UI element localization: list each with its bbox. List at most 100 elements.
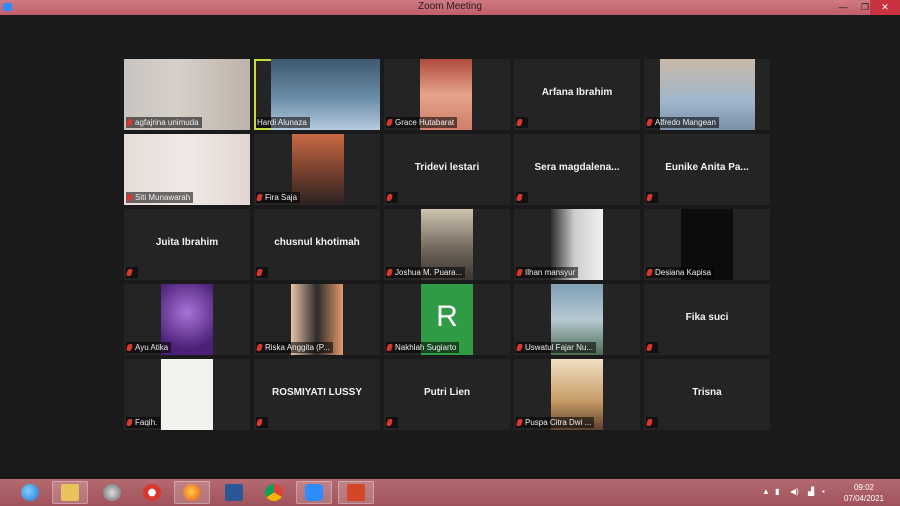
participant-name-label — [386, 192, 398, 203]
muted-mic-icon — [516, 119, 523, 126]
participant-tile[interactable]: Arfana Ibrahim — [514, 59, 640, 130]
participant-tile[interactable]: Tridevi lestari — [384, 134, 510, 205]
participant-tile[interactable]: Putri Lien — [384, 359, 510, 430]
participant-name-label: Ayu Atika — [126, 342, 172, 353]
notification-icon[interactable]: ▪ — [822, 487, 825, 496]
clock-time: 09:02 — [853, 483, 874, 492]
participant-display-name: chusnul khotimah — [274, 237, 360, 248]
avatar-letter: R — [436, 300, 458, 333]
muted-mic-icon — [516, 344, 523, 351]
title-bar: Zoom Meeting — ❐ ✕ — [0, 0, 900, 15]
participant-tile[interactable]: Puspa Citra Dwi ... — [514, 359, 640, 430]
app-taskbar-button[interactable] — [134, 481, 170, 504]
participant-name: Riska Anggita (P... — [265, 343, 330, 352]
participant-name: Grace Hutabarat — [395, 118, 455, 127]
participant-display-name: Putri Lien — [423, 387, 471, 398]
participant-name-label: Nakhlah Sugiarto — [386, 342, 460, 353]
participant-name: Nakhlah Sugiarto — [395, 343, 457, 352]
muted-mic-icon — [126, 194, 133, 201]
participant-name-label — [646, 192, 658, 203]
participant-tile[interactable]: agfajrina unimuda — [124, 59, 250, 130]
participant-name-label — [126, 267, 138, 278]
muted-mic-icon — [126, 269, 133, 276]
participant-tile[interactable]: ROSMIYATI LUSSY — [254, 359, 380, 430]
participant-tile[interactable]: Ilhan mansyur — [514, 209, 640, 280]
muted-mic-icon — [386, 269, 393, 276]
participant-name-label: Alfredo Mangean — [646, 117, 719, 128]
muted-mic-icon — [646, 194, 653, 201]
muted-mic-icon — [646, 344, 653, 351]
muted-mic-icon — [386, 344, 393, 351]
participant-tile[interactable]: Riska Anggita (P... — [254, 284, 380, 355]
zoom-taskbar-button[interactable] — [296, 481, 332, 504]
window-title: Zoom Meeting — [418, 1, 482, 12]
participant-name: Uswatul Fajar Nu... — [525, 343, 594, 352]
minimize-button[interactable]: — — [832, 0, 854, 15]
participant-tile[interactable]: Fira Saja — [254, 134, 380, 205]
participant-tile[interactable]: Grace Hutabarat — [384, 59, 510, 130]
system-clock[interactable]: 09:02 07/04/2021 — [844, 482, 884, 504]
participant-tile[interactable]: Desiana Kapisa — [644, 209, 770, 280]
participant-tile[interactable]: Eunike Anita Pa... — [644, 134, 770, 205]
participant-tile[interactable]: Fika suci — [644, 284, 770, 355]
participant-tile[interactable]: Ayu Atika — [124, 284, 250, 355]
participant-name-label: Joshua M. Puara... — [386, 267, 466, 278]
tray-chevron-icon[interactable]: ▲ — [762, 487, 770, 496]
muted-mic-icon — [386, 119, 393, 126]
muted-mic-icon — [256, 194, 263, 201]
participant-display-name: Arfana Ibrahim — [541, 87, 613, 98]
participant-name: Ilhan mansyur — [525, 268, 576, 277]
muted-mic-icon — [646, 419, 653, 426]
participant-name-label: Desiana Kapisa — [646, 267, 715, 278]
participant-name: Faqih. — [135, 418, 158, 427]
participant-name-label — [646, 417, 658, 428]
participant-name-label: Uswatul Fajar Nu... — [516, 342, 597, 353]
participant-tile[interactable]: Alfredo Mangean — [644, 59, 770, 130]
muted-mic-icon — [516, 269, 523, 276]
clock-date: 07/04/2021 — [843, 494, 884, 503]
participant-display-name: Tridevi lestari — [414, 162, 480, 173]
chrome-taskbar-button[interactable] — [256, 481, 292, 504]
participant-display-name: Eunike Anita Pa... — [665, 162, 749, 173]
participant-tile[interactable]: chusnul khotimah — [254, 209, 380, 280]
participant-tile[interactable]: Uswatul Fajar Nu... — [514, 284, 640, 355]
volume-icon[interactable]: ◀) — [790, 487, 799, 496]
participant-name-label: Grace Hutabarat — [386, 117, 458, 128]
participant-tile[interactable]: Faqih. — [124, 359, 250, 430]
file-explorer-taskbar-button[interactable] — [52, 481, 88, 504]
firefox-taskbar-button[interactable] — [174, 481, 210, 504]
network-icon[interactable]: ▟ — [808, 487, 814, 496]
participant-name-label — [256, 417, 268, 428]
participant-name-label — [256, 267, 268, 278]
participant-name: Joshua M. Puara... — [395, 268, 463, 277]
participant-name: Puspa Citra Dwi ... — [525, 418, 592, 427]
participant-tile[interactable]: Juita Ibrahim — [124, 209, 250, 280]
participant-tile[interactable]: Joshua M. Puara... — [384, 209, 510, 280]
close-button[interactable]: ✕ — [870, 0, 900, 15]
taskbar: ▲ ▮ ◀) ▟ ▪ 09:02 07/04/2021 — [0, 479, 900, 506]
participant-name-label: Hardi Alunaza — [256, 117, 310, 128]
muted-mic-icon — [386, 419, 393, 426]
participant-name-label — [646, 342, 658, 353]
participant-name-label — [386, 417, 398, 428]
powerpoint-taskbar-button[interactable] — [338, 481, 374, 504]
internet-explorer-taskbar-button[interactable] — [12, 481, 48, 504]
participant-name-label: Ilhan mansyur — [516, 267, 579, 278]
app-taskbar-button[interactable] — [94, 481, 130, 504]
participant-name-label — [516, 117, 528, 128]
muted-mic-icon — [646, 119, 653, 126]
participant-display-name: Juita Ibrahim — [155, 237, 219, 248]
participant-display-name: ROSMIYATI LUSSY — [271, 387, 362, 398]
device-icon[interactable]: ▮ — [775, 487, 779, 496]
muted-mic-icon — [386, 194, 393, 201]
participant-name: Alfredo Mangean — [655, 118, 716, 127]
participant-tile[interactable]: Siti Munawarah — [124, 134, 250, 205]
participant-tile[interactable]: R Nakhlah Sugiarto — [384, 284, 510, 355]
word-taskbar-button[interactable] — [216, 481, 252, 504]
participant-tile[interactable]: Hardi Alunaza — [254, 59, 380, 130]
muted-mic-icon — [256, 269, 263, 276]
participant-tile[interactable]: Sera magdalena... — [514, 134, 640, 205]
participant-tile[interactable]: Trisna — [644, 359, 770, 430]
muted-mic-icon — [256, 419, 263, 426]
participant-name: Desiana Kapisa — [655, 268, 712, 277]
